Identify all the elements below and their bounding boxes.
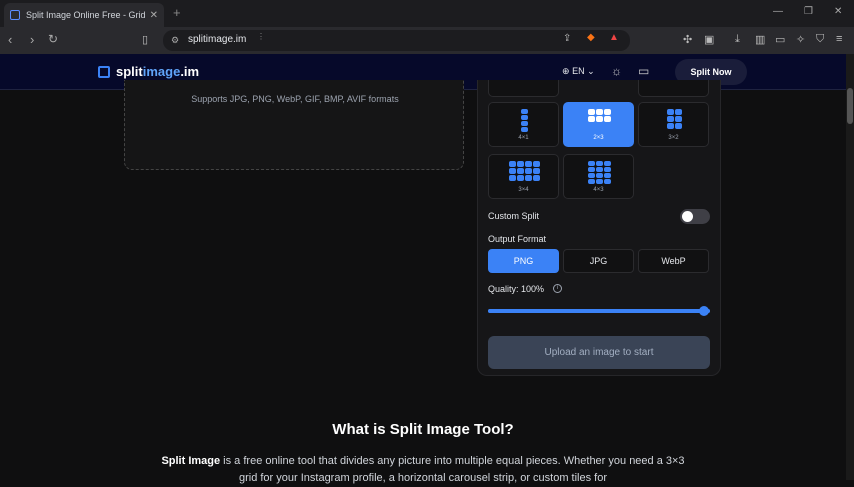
section-description: Split Image is a free online tool that d… bbox=[160, 453, 686, 487]
browser-toolbar: ‹ › ↻ ▯ ⚙ splitimage.im ⋮ ⇪ ◆ ▲ ✣ ▣ ⤓ ▥ … bbox=[0, 27, 854, 54]
leo-ai-icon[interactable]: ✧ bbox=[796, 33, 805, 46]
extensions-icon[interactable]: ✣ bbox=[683, 33, 692, 46]
forward-icon[interactable]: › bbox=[30, 32, 34, 47]
new-tab-icon[interactable]: + bbox=[173, 5, 181, 20]
grid-preview-icon bbox=[588, 161, 611, 184]
page-scrollbar[interactable] bbox=[846, 54, 854, 480]
grid-option[interactable] bbox=[488, 80, 559, 97]
grid-option-label: 4×3 bbox=[593, 187, 604, 193]
quality-slider[interactable] bbox=[488, 309, 710, 313]
output-format-label: Output Format bbox=[488, 234, 547, 244]
grid-option-4×1[interactable]: 4×1 bbox=[488, 102, 559, 147]
custom-split-toggle[interactable] bbox=[680, 209, 710, 224]
info-icon[interactable]: i bbox=[553, 284, 562, 293]
reader-icon[interactable]: ▣ bbox=[704, 33, 714, 46]
grid-option-label: 4×1 bbox=[518, 135, 529, 141]
minimize-icon[interactable]: — bbox=[773, 6, 783, 17]
reload-icon[interactable]: ↻ bbox=[48, 32, 58, 46]
chevron-down-icon: ⌄ bbox=[587, 66, 595, 76]
grid-option-4×3[interactable]: 4×3 bbox=[563, 154, 634, 199]
globe-icon: ⊕ bbox=[562, 66, 570, 76]
grid-option-label: 2×3 bbox=[593, 135, 604, 141]
language-label: EN bbox=[572, 66, 585, 76]
browser-tab-strip: Split Image Online Free - Grid M ✕ + — ❐… bbox=[0, 0, 854, 27]
description-bold: Split Image bbox=[161, 455, 221, 467]
grid-preview-icon bbox=[667, 109, 682, 129]
grid-preview-icon bbox=[509, 161, 540, 181]
browser-tab[interactable]: Split Image Online Free - Grid M ✕ bbox=[4, 3, 164, 27]
scrollbar-thumb[interactable] bbox=[847, 88, 853, 124]
grid-option-label: 3×4 bbox=[518, 187, 529, 193]
grid-option-label: 3×2 bbox=[668, 135, 679, 141]
site-favicon-icon bbox=[10, 10, 20, 20]
custom-split-label: Custom Split bbox=[488, 211, 540, 221]
brave-rewards-icon[interactable]: ▲ bbox=[609, 32, 619, 43]
language-selector[interactable]: ⊕ EN ⌄ bbox=[562, 66, 595, 77]
format-png-button[interactable]: PNG bbox=[488, 249, 559, 273]
upload-to-start-button[interactable]: Upload an image to start bbox=[488, 336, 710, 369]
theme-toggle-icon[interactable]: ☼ bbox=[611, 64, 622, 78]
extension-hint-icon[interactable]: ⋮ bbox=[257, 32, 265, 41]
upload-dropzone[interactable]: Supports JPG, PNG, WebP, GIF, BMP, AVIF … bbox=[124, 80, 464, 170]
bookmark-icon[interactable]: ▯ bbox=[142, 33, 148, 46]
sidebar-icon[interactable]: ▥ bbox=[755, 33, 765, 46]
logo-text-tld: .im bbox=[180, 64, 200, 79]
url-text: splitimage.im bbox=[188, 34, 247, 45]
logo-text-accent: image bbox=[142, 64, 181, 79]
restore-icon[interactable]: ❐ bbox=[804, 6, 813, 17]
share-icon[interactable]: ⇪ bbox=[563, 33, 571, 44]
site-info-icon[interactable]: ⚙ bbox=[171, 35, 179, 46]
grid-preview-icon bbox=[588, 109, 611, 122]
feedback-icon[interactable]: ▭ bbox=[638, 64, 649, 78]
format-webp-button[interactable]: WebP bbox=[638, 249, 709, 273]
grid-option-3×2[interactable]: 3×2 bbox=[638, 102, 709, 147]
toggle-knob bbox=[682, 211, 693, 222]
brave-shield-icon[interactable]: ◆ bbox=[587, 32, 595, 43]
quality-label: Quality: 100% bbox=[488, 284, 545, 294]
site-logo[interactable]: split image .im bbox=[98, 64, 199, 79]
slider-thumb[interactable] bbox=[699, 306, 709, 316]
slider-fill bbox=[488, 309, 710, 313]
menu-icon[interactable]: ≡ bbox=[836, 33, 842, 45]
close-window-icon[interactable]: ✕ bbox=[834, 6, 842, 17]
logo-text-main: split bbox=[116, 64, 143, 79]
close-tab-icon[interactable]: ✕ bbox=[150, 10, 158, 21]
grid-preview-icon bbox=[521, 109, 528, 132]
address-bar[interactable]: ⚙ splitimage.im ⋮ ⇪ ◆ ▲ bbox=[163, 30, 630, 51]
grid-option-3×4[interactable]: 3×4 bbox=[488, 154, 559, 199]
wallet-icon[interactable]: ▭ bbox=[775, 33, 785, 46]
supported-formats: Supports JPG, PNG, WebP, GIF, BMP, AVIF … bbox=[191, 94, 399, 104]
back-icon[interactable]: ‹ bbox=[8, 32, 12, 47]
logo-icon bbox=[98, 65, 110, 78]
format-jpg-button[interactable]: JPG bbox=[563, 249, 634, 273]
tab-title: Split Image Online Free - Grid M bbox=[26, 10, 146, 20]
grid-option[interactable] bbox=[638, 80, 709, 97]
grid-option-2×3[interactable]: 2×3 bbox=[563, 102, 634, 147]
section-title: What is Split Image Tool? bbox=[332, 421, 514, 438]
vpn-icon[interactable]: ⛉ bbox=[816, 33, 824, 46]
download-icon[interactable]: ⤓ bbox=[735, 33, 740, 46]
